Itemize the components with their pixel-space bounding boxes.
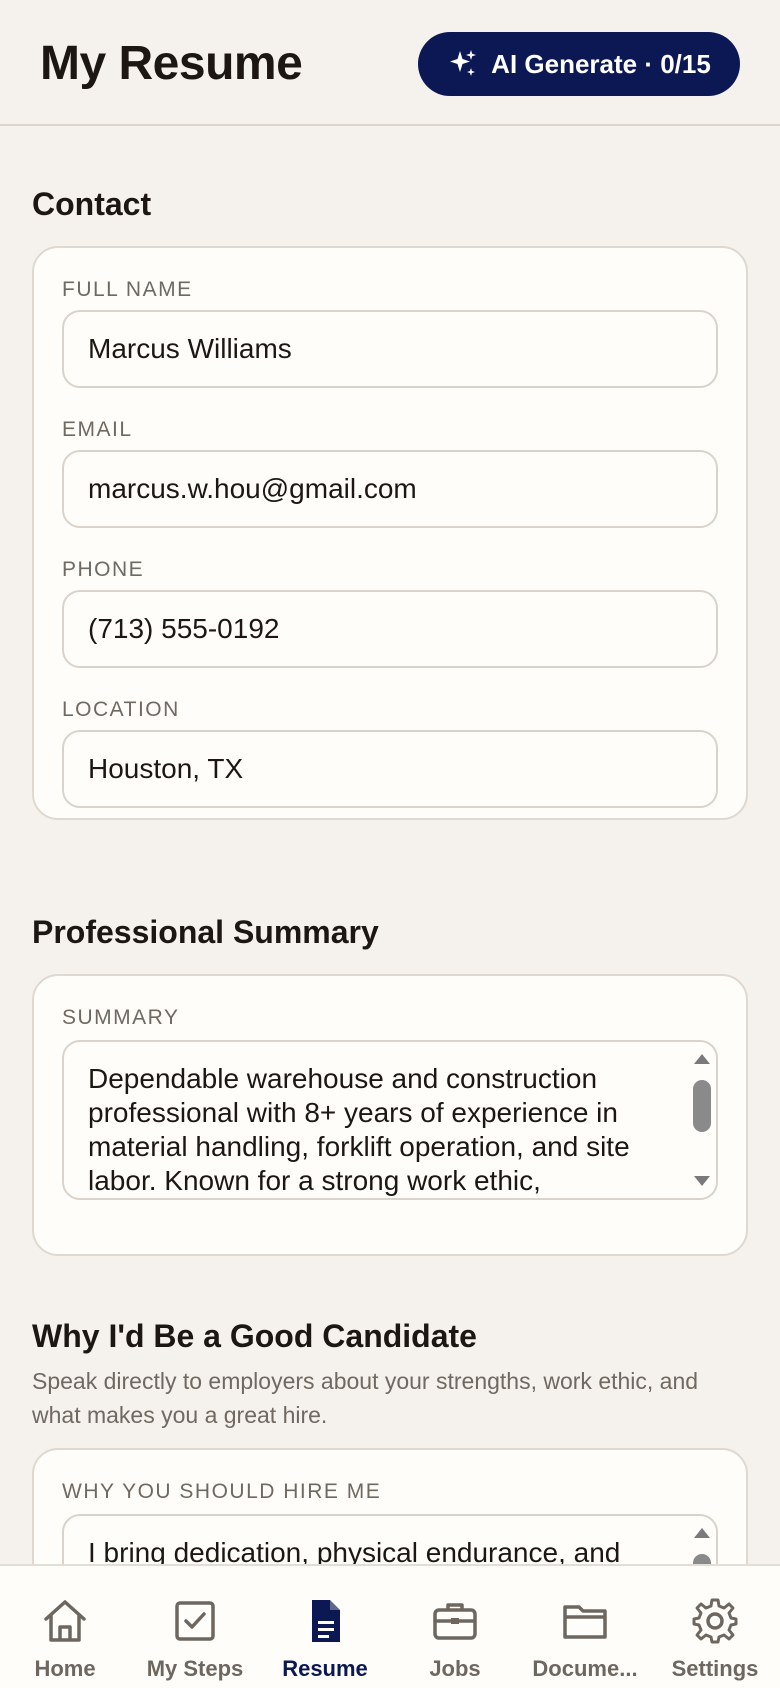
summary-label: SUMMARY [62, 1006, 180, 1029]
sparkle-icon [447, 48, 479, 80]
email-label: EMAIL [62, 418, 133, 441]
phone-input[interactable]: (713) 555-0192 [62, 590, 718, 668]
gear-icon [692, 1598, 738, 1644]
location-input[interactable]: Houston, TX [62, 730, 718, 808]
page-title: My Resume [40, 37, 303, 90]
location-label: LOCATION [62, 698, 180, 721]
nav-item-resume[interactable]: Resume [260, 1566, 390, 1688]
hire-me-label: WHY YOU SHOULD HIRE ME [62, 1480, 382, 1503]
nav-label: My Steps [146, 1656, 244, 1681]
briefcase-icon [433, 1603, 477, 1640]
scroll-up-arrow-icon[interactable] [694, 1528, 710, 1538]
nav-label: Settings [671, 1656, 759, 1681]
candidate-section-title: Why I'd Be a Good Candidate [32, 1318, 477, 1354]
nav-item-settings[interactable]: Settings [650, 1566, 780, 1688]
nav-label: Jobs [429, 1656, 481, 1681]
location-value: Houston, TX [88, 753, 244, 784]
checkbox-icon [175, 1601, 215, 1641]
full-name-label: FULL NAME [62, 278, 193, 301]
contact-card: FULL NAME Marcus Williams EMAIL marcus.w… [32, 246, 748, 820]
ai-generate-label: AI Generate · 0/15 [491, 48, 711, 79]
folder-icon [563, 1605, 607, 1639]
candidate-description: Speak directly to employers about your s… [32, 1368, 699, 1428]
phone-label: PHONE [62, 558, 145, 581]
nav-item-home[interactable]: Home [0, 1566, 130, 1688]
app-header: My Resume AI Generate · 0/15 [0, 0, 780, 126]
summary-textarea[interactable]: Dependable warehouse and construction pr… [62, 1040, 718, 1200]
email-value: marcus.w.hou@gmail.com [88, 473, 417, 504]
nav-label: Resume [282, 1656, 368, 1681]
nav-item-documents[interactable]: Docume... [520, 1566, 650, 1688]
contact-section-title: Contact [32, 186, 152, 222]
email-input[interactable]: marcus.w.hou@gmail.com [62, 450, 718, 528]
phone-value: (713) 555-0192 [88, 613, 280, 644]
summary-text: Dependable warehouse and construction pr… [88, 1063, 630, 1196]
bottom-nav: Home My Steps Resume Jobs Docume... Sett… [0, 1564, 780, 1688]
scroll-thumb[interactable] [693, 1080, 711, 1132]
full-name-input[interactable]: Marcus Williams [62, 310, 718, 388]
summary-section-title: Professional Summary [32, 914, 379, 950]
scroll-down-arrow-icon[interactable] [694, 1176, 710, 1186]
scroll-up-arrow-icon[interactable] [694, 1054, 710, 1064]
summary-card: SUMMARY Dependable warehouse and constru… [32, 974, 748, 1256]
summary-scrollbar[interactable] [692, 1050, 712, 1190]
resume-screen: My Resume AI Generate · 0/15 Contact FUL… [0, 0, 780, 1688]
nav-item-my-steps[interactable]: My Steps [130, 1566, 260, 1688]
document-icon [312, 1600, 340, 1642]
nav-label: Docume... [532, 1656, 638, 1681]
full-name-value: Marcus Williams [88, 333, 292, 364]
home-icon [44, 1600, 86, 1642]
nav-label: Home [34, 1656, 96, 1681]
ai-generate-button[interactable]: AI Generate · 0/15 [418, 32, 740, 96]
nav-item-jobs[interactable]: Jobs [390, 1566, 520, 1688]
